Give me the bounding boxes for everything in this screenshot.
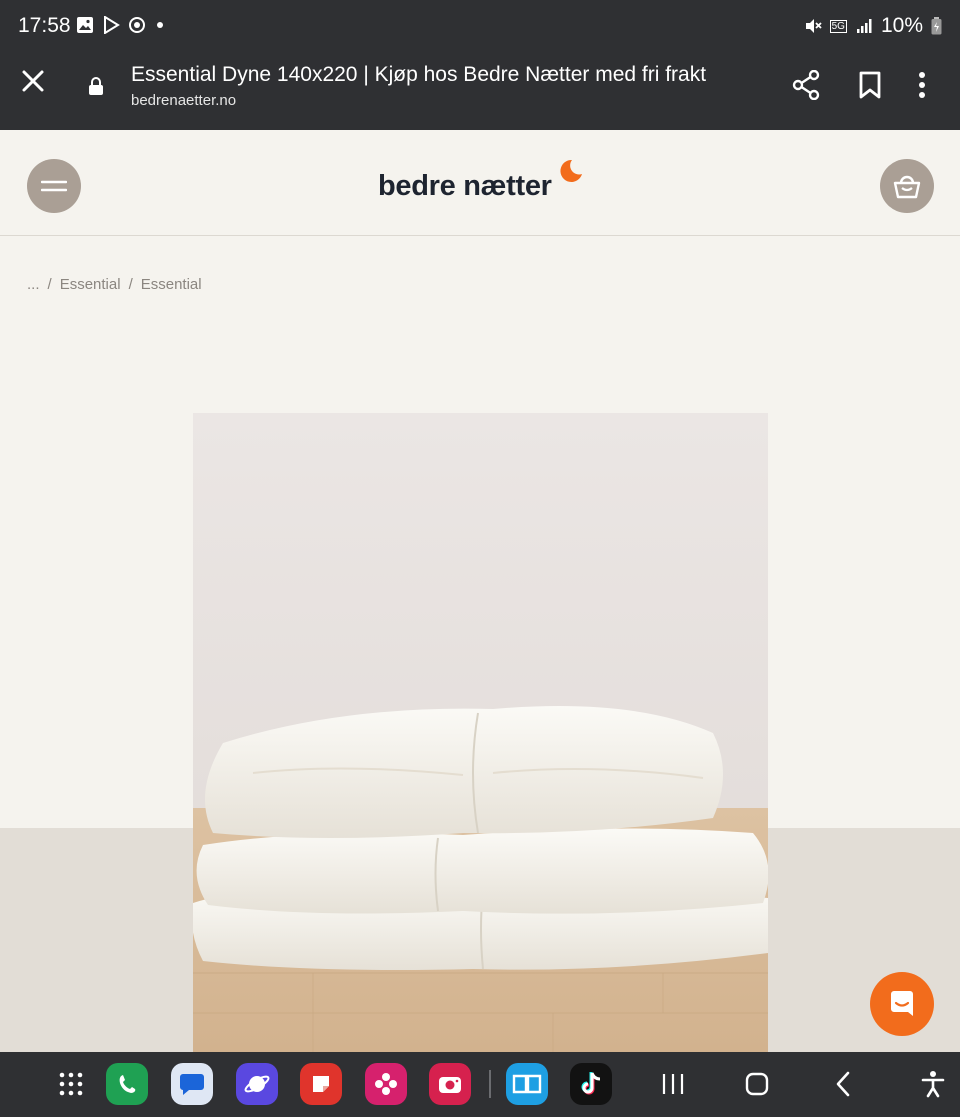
chat-button[interactable] [870,972,934,1036]
product-image[interactable] [193,413,768,1052]
moon-logo-icon [556,158,584,186]
breadcrumb: ... / Essential / Essential [27,276,202,293]
breadcrumb-ellipsis[interactable]: ... [27,276,40,293]
status-right: 5G 10% [804,14,942,38]
network-label: 5G [831,20,845,32]
close-icon[interactable] [18,66,48,96]
breadcrumb-item-current: Essential [140,276,202,293]
navigation-bar [0,1052,960,1117]
site-logo[interactable]: bedre nætter [378,170,552,203]
dot-icon [154,19,166,31]
site-header: bedre nætter [0,130,960,236]
status-time: 17:58 [18,14,71,37]
page-title: Essential Dyne 140x220 | Kjøp hos Bedre … [131,63,707,86]
bookmark-icon[interactable] [858,70,882,100]
status-bar: 17:58 5G 10% [0,0,960,52]
internet-app-icon[interactable] [236,1063,278,1105]
back-icon[interactable] [832,1070,854,1103]
browser-toolbar: Essential Dyne 140x220 | Kjøp hos Bedre … [0,52,960,130]
recents-icon[interactable] [660,1070,686,1103]
camera-app-icon[interactable] [429,1063,471,1105]
duvet-illustration [193,413,768,1052]
breadcrumb-separator: / [128,276,133,293]
network-5g-icon: 5G [829,19,847,33]
phone-app-icon[interactable] [106,1063,148,1105]
notes-app-icon[interactable] [300,1063,342,1105]
messages-app-icon[interactable] [171,1063,213,1105]
menu-button[interactable] [27,159,81,213]
tiktok-app-icon[interactable] [570,1063,612,1105]
status-left-icons [76,16,166,34]
page-domain: bedrenaetter.no [131,92,237,109]
share-icon[interactable] [792,70,820,100]
signal-icon [855,17,873,35]
home-icon[interactable] [743,1070,771,1103]
breadcrumb-item-essential[interactable]: Essential [60,276,121,293]
more-vertical-icon[interactable] [918,70,926,100]
sync-notification-icon [128,16,146,34]
hamburger-menu-icon [41,179,67,193]
play-store-notification-icon [102,16,120,34]
gallery-notification-icon [76,16,94,34]
lock-icon[interactable] [88,76,104,96]
taskbar-divider [489,1070,491,1098]
chat-icon [887,989,917,1019]
cart-button[interactable] [880,159,934,213]
app-drawer-icon[interactable] [50,1063,92,1105]
gallery-app-icon[interactable] [365,1063,407,1105]
mute-icon [804,17,822,35]
shopping-basket-icon [893,173,921,199]
reader-app-icon[interactable] [506,1063,548,1105]
battery-icon [931,17,942,35]
accessibility-icon[interactable] [920,1070,946,1103]
breadcrumb-separator: / [47,276,52,293]
battery-percent: 10% [880,14,923,37]
